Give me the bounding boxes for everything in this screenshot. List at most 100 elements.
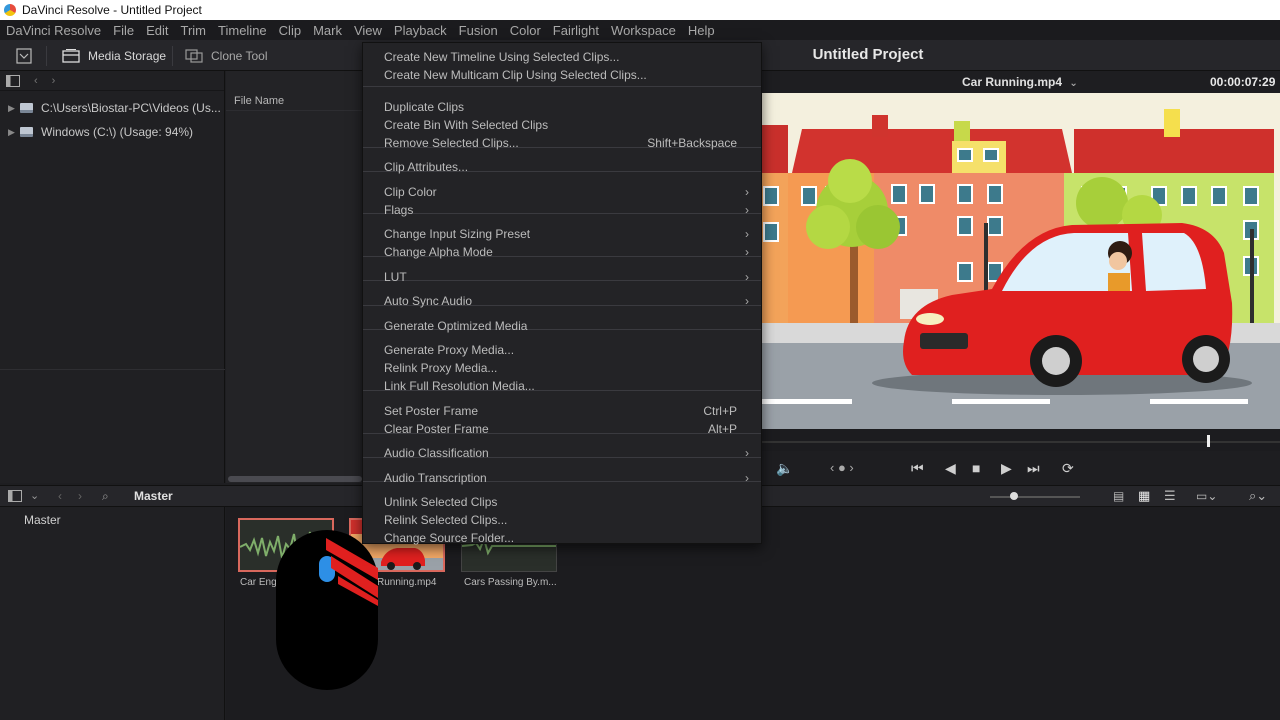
context-menu-item-create-new-multicam-clip-using-selected-clips[interactable]: Create New Multicam Clip Using Selected … (384, 66, 753, 84)
clip-label: Cars Passing By.m... (464, 577, 557, 588)
stop-icon[interactable]: ■ (972, 460, 980, 476)
toolbar-divider (172, 46, 173, 66)
context-menu-item-change-alpha-mode[interactable]: Change Alpha Mode › (384, 243, 753, 261)
volume-icon[interactable]: 🔈 (776, 460, 793, 477)
context-menu-item-clip-color[interactable]: Clip Color › (384, 183, 753, 201)
menu-item-label: LUT (384, 270, 407, 284)
menu-mark[interactable]: Mark (307, 23, 348, 38)
expand-caret-icon[interactable]: ▶ (8, 103, 20, 114)
context-menu-item-remove-selected-clips[interactable]: Remove Selected Clips... Shift+Backspace (384, 134, 753, 152)
play-reverse-icon[interactable]: ◀ (945, 460, 956, 477)
back-arrow-icon[interactable]: ‹ (34, 75, 38, 87)
menu-view[interactable]: View (348, 23, 388, 38)
loop-icon[interactable]: ⟳ (1062, 460, 1074, 477)
context-menu-item-set-poster-frame[interactable]: Set Poster Frame Ctrl+P (384, 402, 753, 420)
menu-item-label: Relink Proxy Media... (384, 361, 498, 375)
menu-edit[interactable]: Edit (140, 23, 174, 38)
context-menu-item-audio-classification[interactable]: Audio Classification › (384, 444, 753, 462)
context-menu-item-generate-proxy-media[interactable]: Generate Proxy Media... (384, 341, 753, 359)
clone-tool-button[interactable]: Clone Tool (185, 45, 267, 67)
sort-icon[interactable]: ▭⌄ (1196, 489, 1217, 503)
bin-item-master[interactable]: Master (24, 513, 61, 527)
filter-icon[interactable]: ⌕ (102, 489, 109, 504)
viewer-scrubber[interactable] (762, 429, 1280, 451)
menu-item-label: Create Bin With Selected Clips (384, 118, 549, 132)
menu-file[interactable]: File (107, 23, 140, 38)
panel-toggle-button[interactable] (16, 45, 40, 67)
storage-item-videos[interactable]: ▶ C:\Users\Biostar-PC\Videos (Us... (0, 96, 224, 120)
chevron-right-icon: › (745, 227, 749, 241)
context-menu-item-auto-sync-audio[interactable]: Auto Sync Audio › (384, 292, 753, 310)
storage-nav-row: ‹ › (0, 71, 224, 91)
menu-trim[interactable]: Trim (175, 23, 213, 38)
drive-icon (20, 103, 33, 113)
context-menu-item-lut[interactable]: LUT › (384, 268, 753, 286)
search-icon[interactable]: ⌕⌄ (1249, 488, 1267, 504)
expand-caret-icon[interactable]: ▶ (8, 127, 20, 138)
menu-davinci[interactable]: DaVinci Resolve (0, 23, 107, 38)
context-menu-item-clear-poster-frame[interactable]: Clear Poster Frame Alt+P (384, 420, 753, 438)
viewer-clip-name: Car Running.mp4 (962, 75, 1063, 89)
context-menu-item-change-source-folder[interactable]: Change Source Folder... (384, 529, 753, 547)
context-menu-item-duplicate-clips[interactable]: Duplicate Clips (384, 98, 753, 116)
list-view-icon[interactable]: ☰ (1164, 488, 1176, 504)
media-pool-title: Master (134, 489, 173, 503)
clone-tool-label: Clone Tool (211, 49, 268, 63)
back-arrow-icon[interactable]: ‹ (58, 489, 62, 503)
play-icon[interactable]: ▶ (1001, 460, 1012, 477)
media-storage-button[interactable]: Media Storage (62, 45, 166, 67)
forward-arrow-icon[interactable]: › (52, 75, 56, 87)
viewer-clip-selector[interactable]: Car Running.mp4 ⌄ (962, 75, 1078, 89)
horizontal-scrollbar[interactable] (228, 476, 362, 482)
window-title: DaVinci Resolve - Untitled Project (22, 3, 202, 17)
context-menu-item-relink-selected-clips[interactable]: Relink Selected Clips... (384, 511, 753, 529)
context-menu-item-create-new-timeline-using-selected-clips[interactable]: Create New Timeline Using Selected Clips… (384, 48, 753, 66)
media-storage-panel: ‹ › ▶ C:\Users\Biostar-PC\Videos (Us... … (0, 71, 225, 483)
go-to-start-icon[interactable]: ⏮ (911, 460, 924, 477)
menu-item-label: Remove Selected Clips... (384, 136, 519, 150)
context-menu-item-audio-transcription[interactable]: Audio Transcription › (384, 469, 753, 487)
context-menu-item-clip-attributes[interactable]: Clip Attributes... (384, 158, 753, 176)
storage-item-windows[interactable]: ▶ Windows (C:\) (Usage: 94%) (0, 120, 224, 144)
forward-arrow-icon[interactable]: › (78, 489, 82, 503)
video-viewer[interactable] (762, 93, 1280, 429)
menu-item-label: Change Source Folder... (384, 531, 515, 545)
menu-item-label: Create New Timeline Using Selected Clips… (384, 50, 620, 64)
context-menu-item-create-bin-with-selected-clips[interactable]: Create Bin With Selected Clips (384, 116, 753, 134)
video-frame-image (762, 93, 1280, 429)
menu-color[interactable]: Color (504, 23, 547, 38)
panel-divider (0, 369, 225, 370)
menu-playback[interactable]: Playback (388, 23, 453, 38)
metadata-view-icon[interactable]: ▤ (1113, 489, 1124, 503)
menu-workspace[interactable]: Workspace (605, 23, 682, 38)
scrubber-track[interactable] (762, 441, 1280, 443)
context-menu-item-change-input-sizing-preset[interactable]: Change Input Sizing Preset › (384, 225, 753, 243)
context-menu-item-unlink-selected-clips[interactable]: Unlink Selected Clips (384, 493, 753, 511)
context-menu-item-generate-optimized-media[interactable]: Generate Optimized Media (384, 317, 753, 335)
menu-item-label: Change Input Sizing Preset (384, 227, 531, 241)
storage-item-label: Windows (C:\) (Usage: 94%) (41, 125, 194, 139)
go-to-end-icon[interactable]: ⏭ (1027, 460, 1040, 477)
context-menu-item-link-full-resolution-media[interactable]: Link Full Resolution Media... (384, 377, 753, 395)
sidebar-toggle-icon[interactable] (8, 490, 22, 502)
thumbnail-view-icon[interactable]: ▦ (1138, 488, 1150, 504)
file-name-column-header[interactable]: File Name (226, 71, 362, 111)
menu-timeline[interactable]: Timeline (212, 23, 273, 38)
menu-help[interactable]: Help (682, 23, 721, 38)
sidebar-toggle-icon[interactable] (6, 74, 20, 87)
menu-item-label: Unlink Selected Clips (384, 495, 498, 509)
chevron-down-icon[interactable]: ⌄ (30, 489, 39, 502)
menu-item-label: Duplicate Clips (384, 100, 465, 114)
menu-fairlight[interactable]: Fairlight (547, 23, 605, 38)
context-menu-item-flags[interactable]: Flags › (384, 201, 753, 219)
zoom-slider-handle[interactable] (1010, 492, 1018, 500)
playhead-marker[interactable] (1207, 435, 1210, 447)
thumbnail-zoom-slider[interactable] (990, 496, 1080, 498)
chevron-down-icon: ⌄ (1069, 78, 1078, 89)
menu-fusion[interactable]: Fusion (453, 23, 504, 38)
menu-clip[interactable]: Clip (273, 23, 307, 38)
chevron-right-icon: › (745, 471, 749, 485)
menu-item-label: Create New Multicam Clip Using Selected … (384, 68, 647, 82)
context-menu-item-relink-proxy-media[interactable]: Relink Proxy Media... (384, 359, 753, 377)
jog-control-icon[interactable]: ‹ ● › (830, 460, 854, 475)
